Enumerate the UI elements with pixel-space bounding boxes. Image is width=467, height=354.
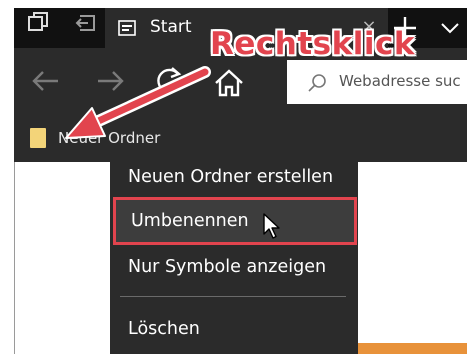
folder-icon[interactable] <box>30 128 46 148</box>
address-placeholder: Webadresse suc <box>339 72 461 90</box>
context-menu: Neuen Ordner erstellen Nur Symbole anzei… <box>110 145 358 354</box>
back-arrow-icon[interactable] <box>28 64 62 98</box>
refresh-icon[interactable] <box>152 64 186 98</box>
page-icon <box>118 20 136 36</box>
browser-window: Start × Webadresse suc Neuer Ordner Neue… <box>0 0 467 354</box>
mouse-cursor-icon <box>262 212 282 240</box>
menu-item-icons-only[interactable]: Nur Symbole anzeigen <box>128 257 326 277</box>
forward-arrow-icon[interactable] <box>94 64 128 98</box>
annotation-label: Rechtsklick <box>210 26 415 62</box>
chevron-down-icon[interactable] <box>440 20 460 34</box>
menu-item-rename[interactable]: Umbenennen <box>131 211 249 231</box>
menu-item-delete[interactable]: Löschen <box>128 319 200 339</box>
menu-item-rename-highlight[interactable]: Umbenennen <box>113 197 357 245</box>
menu-item-new-folder[interactable]: Neuen Ordner erstellen <box>128 167 333 187</box>
search-icon <box>307 73 327 93</box>
address-bar[interactable]: Webadresse suc <box>287 60 467 104</box>
tab-title: Start <box>150 17 192 37</box>
menu-divider <box>120 296 346 297</box>
tab-switcher-icon[interactable] <box>26 10 52 36</box>
set-aside-tabs-icon[interactable] <box>74 10 100 36</box>
home-icon[interactable] <box>212 66 246 100</box>
